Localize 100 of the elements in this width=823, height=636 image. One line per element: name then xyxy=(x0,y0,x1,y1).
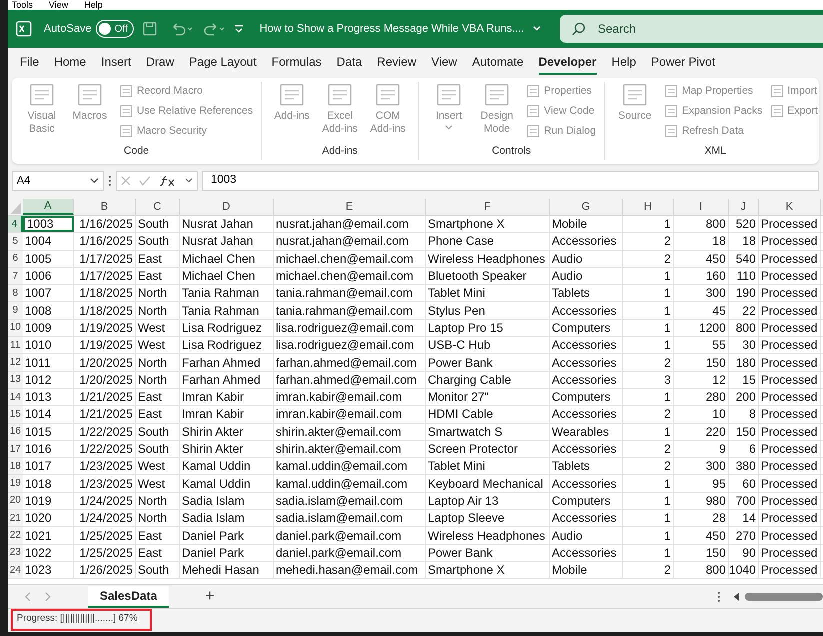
table-cell: Sadia Islam xyxy=(180,510,274,526)
table-cell: 1 xyxy=(623,475,674,492)
row-header[interactable]: 5 xyxy=(8,233,23,250)
menu-item[interactable]: Tools xyxy=(12,1,34,10)
table-cell: 1/18/2025 xyxy=(74,302,136,319)
table-cell: 15 xyxy=(729,372,759,388)
formula-input[interactable]: 1003 xyxy=(202,171,819,191)
panel-icon xyxy=(665,85,678,98)
column-header[interactable]: F xyxy=(426,199,550,215)
table-cell: 1/16/2025 xyxy=(74,216,136,232)
table-cell: Computers xyxy=(550,388,623,406)
ribbon-tab[interactable]: Help xyxy=(612,51,636,75)
table-cell: Processed xyxy=(759,354,821,371)
ribbon-tab[interactable]: Automate xyxy=(472,51,524,75)
column-header[interactable]: D xyxy=(180,199,274,215)
ribbon-tab[interactable]: Review xyxy=(377,51,417,75)
row-header[interactable]: 14 xyxy=(8,388,23,406)
scroll-thumb[interactable] xyxy=(745,592,823,600)
group-label: Code xyxy=(124,144,150,160)
row-header[interactable]: 19 xyxy=(8,475,23,492)
panel-icon xyxy=(484,82,510,108)
row-header[interactable]: 16 xyxy=(8,424,23,440)
ribbon-tab[interactable]: Insert xyxy=(101,51,132,75)
table-cell: Tablet Mini xyxy=(426,285,550,302)
table-cell: East xyxy=(136,544,180,561)
sheet-tab[interactable]: SalesData xyxy=(88,586,170,608)
spreadsheet-icon xyxy=(16,21,32,37)
table-cell: Accessories xyxy=(550,475,623,492)
ribbon-tab[interactable]: Data xyxy=(336,51,362,75)
table-cell: Power Bank xyxy=(426,354,550,371)
ribbon-tab[interactable]: Power Pivot xyxy=(651,51,716,75)
table-cell: 1020 xyxy=(23,510,74,526)
table-cell: 9 xyxy=(674,440,729,458)
ribbon-tab[interactable]: Developer xyxy=(538,51,597,75)
row-header[interactable]: 8 xyxy=(8,285,23,302)
row-header[interactable]: 7 xyxy=(8,268,23,284)
table-cell: 1200 xyxy=(674,320,729,336)
table-cell: West xyxy=(136,337,180,354)
row-header[interactable]: 24 xyxy=(8,562,23,578)
table-cell: 1008 xyxy=(23,302,74,319)
name-box[interactable]: A4 xyxy=(12,171,104,191)
table-cell: 150 xyxy=(729,424,759,440)
table-cell: 1/18/2025 xyxy=(74,285,136,302)
panel-icon xyxy=(527,124,540,138)
row-header[interactable]: 23 xyxy=(8,544,23,561)
column-header[interactable]: K xyxy=(759,199,821,215)
column-header[interactable]: B xyxy=(74,199,136,215)
row-header[interactable]: 12 xyxy=(8,354,23,371)
table-cell: North xyxy=(136,302,180,319)
column-header[interactable]: C xyxy=(136,199,180,215)
row-header[interactable]: 9 xyxy=(8,302,23,319)
row-header[interactable]: 21 xyxy=(8,510,23,526)
column-header[interactable]: J xyxy=(729,199,759,215)
ribbon-tab[interactable]: View xyxy=(432,51,458,75)
table-cell: 270 xyxy=(729,527,759,544)
row-header[interactable]: 11 xyxy=(8,337,23,354)
row-header[interactable]: 18 xyxy=(8,458,23,474)
column-header[interactable]: G xyxy=(550,199,623,215)
table-cell: 520 xyxy=(729,216,759,232)
row-header[interactable]: 10 xyxy=(8,320,23,336)
row-header[interactable]: 15 xyxy=(8,406,23,423)
group-label: Controls xyxy=(492,144,532,160)
table-cell: 1/17/2025 xyxy=(74,250,136,267)
ribbon-tab[interactable]: Page Layout xyxy=(189,51,257,75)
column-header[interactable]: E xyxy=(274,199,426,215)
column-header[interactable]: H xyxy=(623,199,674,215)
table-cell: 1011 xyxy=(23,354,74,371)
table-cell: Michael Chen xyxy=(180,250,274,267)
table-cell: Processed xyxy=(759,458,821,474)
table-cell: Farhan Ahmed xyxy=(180,354,274,371)
panel-icon xyxy=(527,85,540,98)
row-header[interactable]: 4 xyxy=(8,216,23,232)
ribbon-tab[interactable]: File xyxy=(20,51,40,75)
column-header[interactable]: A xyxy=(23,199,74,215)
row-header[interactable]: 6 xyxy=(8,250,23,267)
table-cell: Laptop Sleeve xyxy=(426,510,550,526)
search-field[interactable]: Search xyxy=(560,15,823,43)
menu-item[interactable]: Help xyxy=(84,1,103,10)
menu-item[interactable]: View xyxy=(49,1,68,10)
add-sheet-button[interactable]: + xyxy=(205,584,215,608)
arrow-right-icon xyxy=(44,592,52,602)
scroll-left-icon[interactable] xyxy=(733,592,741,600)
table-cell: 150 xyxy=(674,354,729,371)
row-header[interactable]: 22 xyxy=(8,527,23,544)
table-cell: 1 xyxy=(623,544,674,561)
table-cell: 2 xyxy=(623,458,674,474)
table-cell: 2 xyxy=(623,354,674,371)
table-cell: Stylus Pen xyxy=(426,302,550,319)
row-header[interactable]: 20 xyxy=(8,492,23,510)
table-cell: 1007 xyxy=(23,285,74,302)
column-header[interactable]: I xyxy=(674,199,729,215)
row-header[interactable]: 13 xyxy=(8,372,23,388)
autosave-toggle[interactable]: Off xyxy=(96,20,134,38)
function-icon xyxy=(159,175,177,187)
search-icon xyxy=(572,22,586,36)
ribbon-tab[interactable]: Draw xyxy=(146,51,174,75)
ribbon-tab[interactable]: Formulas xyxy=(272,51,322,75)
table-cell: Accessories xyxy=(550,302,623,319)
row-header[interactable]: 17 xyxy=(8,440,23,458)
ribbon-tab[interactable]: Home xyxy=(54,51,86,75)
